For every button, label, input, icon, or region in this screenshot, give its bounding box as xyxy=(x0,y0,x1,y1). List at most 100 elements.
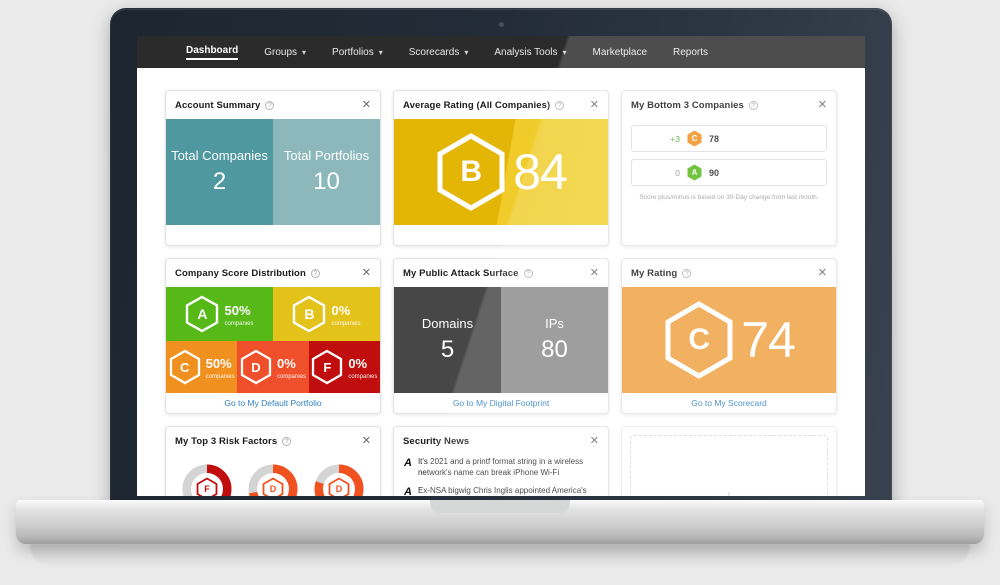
link-digital-footprint[interactable]: Go to My Digital Footprint xyxy=(453,398,549,408)
distribution-cell-d[interactable]: D 0% companies xyxy=(237,341,309,393)
card-title: Security News xyxy=(403,435,470,447)
list-item[interactable]: +3 C 78 xyxy=(631,125,827,152)
nav-item-marketplace[interactable]: Marketplace xyxy=(580,36,660,68)
card-bottom-3-companies: My Bottom 3 Companies ? ✕ +3 C 78 0 A 90… xyxy=(621,90,837,246)
risk-gauge[interactable]: D xyxy=(314,464,364,496)
list-item[interactable]: A Ex-NSA bigwig Chris Inglis appointed A… xyxy=(404,486,598,496)
close-icon[interactable]: ✕ xyxy=(818,267,827,279)
grade-hexagon-icon: B xyxy=(292,295,326,333)
tile-label: IPs xyxy=(545,315,564,331)
bottom-3-note: Score plus/minus is based on 30-Day chan… xyxy=(639,194,819,201)
card-title: My Bottom 3 Companies xyxy=(631,99,744,111)
card-account-summary: Account Summary ? ✕ Total Companies 2 To… xyxy=(165,90,381,246)
bottom-3-list: +3 C 78 0 A 90 Score plus/minus is based… xyxy=(622,119,836,201)
card-top-3-risk-factors: My Top 3 Risk Factors ? ✕ F D D xyxy=(165,426,381,496)
card-company-score-distribution: Company Score Distribution ? ✕ A 50% com… xyxy=(165,258,381,414)
card-header: My Rating ? ✕ xyxy=(622,259,836,287)
card-footer: Go to My Default Portfolio xyxy=(166,393,380,413)
attack-surface-tiles: Domains 5 IPs 80 xyxy=(394,287,608,393)
chevron-down-icon[interactable]: ▾ xyxy=(464,48,468,57)
distribution-cell-f[interactable]: F 0% companies xyxy=(308,341,380,393)
grade-letter: D xyxy=(335,484,343,494)
help-icon[interactable]: ? xyxy=(748,100,758,110)
link-default-portfolio[interactable]: Go to My Default Portfolio xyxy=(224,398,321,408)
add-widget-dropzone[interactable]: + xyxy=(630,435,828,496)
percent-value: 50% xyxy=(205,355,232,371)
nav-item-label: Groups xyxy=(264,46,298,58)
my-rating-score: 74 xyxy=(741,312,796,368)
my-rating-hero: C 74 xyxy=(622,287,836,393)
distribution-row: A 50% companies B 0% companies xyxy=(166,287,380,341)
card-my-rating: My Rating ? ✕ C 74 Go to My Scorecard xyxy=(621,258,837,414)
list-item[interactable]: 0 A 90 xyxy=(631,159,827,186)
nav-item-label: Portfolios xyxy=(332,46,374,58)
grade-hexagon-icon: C xyxy=(687,130,702,147)
distribution-cell-c[interactable]: C 50% companies xyxy=(166,341,238,393)
grade-letter: D xyxy=(269,484,277,494)
distribution-value: 0% companies xyxy=(277,355,306,380)
chevron-down-icon[interactable]: ▾ xyxy=(302,48,306,57)
help-icon[interactable]: ? xyxy=(282,436,292,446)
dashboard-row-2: Company Score Distribution ? ✕ A 50% com… xyxy=(165,258,837,414)
risk-gauge[interactable]: F xyxy=(182,464,232,496)
percent-value: 0% xyxy=(331,302,351,318)
unit-label: companies xyxy=(348,373,378,380)
distribution-cell-a[interactable]: A 50% companies xyxy=(166,287,273,341)
help-icon[interactable]: ? xyxy=(265,100,275,110)
unit-label: companies xyxy=(331,320,361,327)
risk-gauges: FDD xyxy=(166,455,380,496)
nav-item-analysis-tools[interactable]: Analysis Tools ▾ xyxy=(481,36,579,68)
tile-total-portfolios: Total Portfolios 10 xyxy=(273,119,380,225)
close-icon[interactable]: ✕ xyxy=(590,267,599,279)
nav-item-label: Marketplace xyxy=(592,46,648,58)
close-icon[interactable]: ✕ xyxy=(362,99,371,111)
grade-letter: C xyxy=(691,134,698,143)
distribution-cell-b[interactable]: B 0% companies xyxy=(273,287,380,341)
nav-item-label: Reports xyxy=(673,46,709,58)
close-icon[interactable]: ✕ xyxy=(590,99,599,111)
card-header: Company Score Distribution ? ✕ xyxy=(166,259,380,287)
average-rating-hero: B 84 xyxy=(394,119,608,225)
grade-letter: F xyxy=(204,484,210,494)
help-icon[interactable]: ? xyxy=(555,100,565,110)
chevron-down-icon[interactable]: ▾ xyxy=(563,48,567,57)
plus-icon[interactable]: + xyxy=(723,488,735,496)
close-icon[interactable]: ✕ xyxy=(362,435,371,447)
list-item[interactable]: A It's 2021 and a printf format string i… xyxy=(404,457,598,479)
grade-hexagon-icon: A xyxy=(687,164,702,181)
news-source-icon: A xyxy=(404,457,412,469)
unit-label: companies xyxy=(276,373,306,380)
help-icon[interactable]: ? xyxy=(682,268,692,278)
help-icon[interactable]: ? xyxy=(523,268,533,278)
nav-item-groups[interactable]: Groups ▾ xyxy=(251,36,319,68)
screenshot-stage: Dashboard Groups ▾ Portfolios ▾ Scorecards ▾ An… xyxy=(0,0,1000,585)
risk-gauge[interactable]: D xyxy=(248,464,298,496)
nav-item-scorecards[interactable]: Scorecards ▾ xyxy=(396,36,482,68)
nav-item-dashboard[interactable]: Dashboard xyxy=(173,36,251,68)
tile-label: Total Companies xyxy=(171,147,268,163)
laptop-base-shadow xyxy=(30,544,970,568)
card-add-widget-placeholder[interactable]: + xyxy=(621,426,837,496)
close-icon[interactable]: ✕ xyxy=(590,435,599,447)
percent-value: 0% xyxy=(276,355,296,371)
average-rating-score: 84 xyxy=(513,144,568,200)
close-icon[interactable]: ✕ xyxy=(362,267,371,279)
nav-item-portfolios[interactable]: Portfolios ▾ xyxy=(319,36,396,68)
close-icon[interactable]: ✕ xyxy=(818,99,827,111)
news-headline[interactable]: Ex-NSA bigwig Chris Inglis appointed Ame… xyxy=(418,486,598,496)
help-icon[interactable]: ? xyxy=(310,268,320,278)
grade-letter: B xyxy=(304,306,315,322)
chevron-down-icon[interactable]: ▾ xyxy=(379,48,383,57)
card-footer: Go to My Digital Footprint xyxy=(394,393,608,413)
tile-total-companies: Total Companies 2 xyxy=(166,119,273,225)
unit-label: companies xyxy=(205,373,235,380)
tile-value: 5 xyxy=(440,336,455,364)
distribution-value: 0% companies xyxy=(331,302,360,327)
card-header: My Top 3 Risk Factors ? ✕ xyxy=(166,427,380,455)
percent-value: 50% xyxy=(224,302,251,318)
link-my-scorecard[interactable]: Go to My Scorecard xyxy=(691,398,767,408)
news-headline[interactable]: It's 2021 and a printf format string in … xyxy=(418,457,598,479)
nav-item-reports[interactable]: Reports xyxy=(660,36,721,68)
unit-label: companies xyxy=(224,320,254,327)
nav-item-label: Analysis Tools xyxy=(494,46,558,58)
